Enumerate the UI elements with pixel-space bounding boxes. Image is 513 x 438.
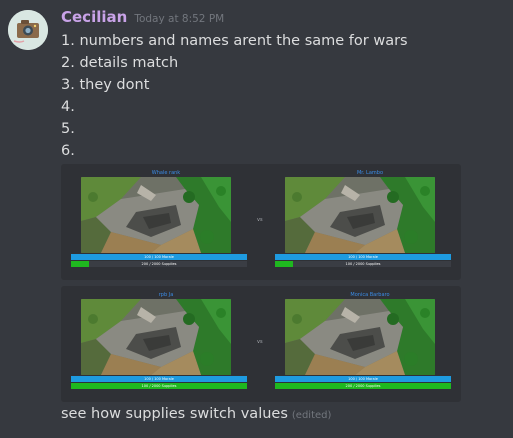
terrain-image: [81, 177, 231, 253]
morale-text: 100 / 100 Morale: [348, 255, 378, 259]
supplies-text: 100 / 2000 Supplies: [141, 384, 177, 388]
edited-label[interactable]: (edited): [292, 410, 332, 421]
morale-text: 100 / 100 Morale: [144, 255, 174, 259]
supplies-bar: 100 / 2000 Supplies: [71, 383, 247, 389]
supplies-text: 200 / 2000 Supplies: [141, 262, 177, 266]
player-name: rpb Ja: [158, 292, 174, 298]
chat-message: Cecilian Today at 8:52 PM 1. numbers and…: [61, 8, 506, 422]
message-header: Cecilian Today at 8:52 PM: [61, 8, 506, 30]
vs-label: vs: [257, 217, 263, 223]
player-name: Monica Barbaro: [350, 292, 390, 298]
morale-bar: 100 / 100 Morale: [71, 376, 247, 382]
terrain-image: [285, 299, 435, 375]
attachment-gallery: Whale rank 100 / 100 Morale 200 / 2000 S…: [61, 164, 506, 402]
message-line: 1. numbers and names arent the same for …: [61, 33, 408, 49]
player-name: Whale rank: [151, 170, 181, 176]
terrain-image: [285, 177, 435, 253]
war-side-right: Mr. Lambo 100 / 100 Morale 100 / 2000 Su…: [275, 170, 451, 267]
user-avatar[interactable]: [8, 10, 48, 50]
message-line: 3. they dont: [61, 77, 150, 93]
terrain-image: [81, 299, 231, 375]
message-footer: see how supplies switch values (edited): [61, 406, 506, 422]
morale-text: 100 / 100 Morale: [348, 377, 378, 381]
username[interactable]: Cecilian: [61, 8, 127, 26]
morale-bar: 100 / 100 Morale: [71, 254, 247, 260]
war-side-left: Whale rank 100 / 100 Morale 200 / 2000 S…: [71, 170, 247, 267]
message-line: 4.: [61, 99, 75, 115]
vs-label: vs: [257, 339, 263, 345]
message-line: 6.: [61, 143, 75, 159]
message-body: 1. numbers and names arent the same for …: [61, 30, 506, 162]
timestamp: Today at 8:52 PM: [134, 13, 225, 25]
war-side-right: Monica Barbaro 100 / 100 Morale 200 / 20…: [275, 292, 451, 389]
war-image-attachment-1[interactable]: Whale rank 100 / 100 Morale 200 / 2000 S…: [61, 164, 461, 280]
morale-bar: 100 / 100 Morale: [275, 254, 451, 260]
war-side-left: rpb Ja 100 / 100 Morale 100 / 2000 Suppl…: [71, 292, 247, 389]
morale-bar: 100 / 100 Morale: [275, 376, 451, 382]
war-image-attachment-2[interactable]: rpb Ja 100 / 100 Morale 100 / 2000 Suppl…: [61, 286, 461, 402]
supplies-bar: 100 / 2000 Supplies: [275, 261, 451, 267]
supplies-bar: 200 / 2000 Supplies: [71, 261, 247, 267]
message-line: see how supplies switch values: [61, 406, 288, 422]
camera-icon: [8, 10, 48, 50]
supplies-text: 100 / 2000 Supplies: [345, 262, 381, 266]
supplies-bar: 200 / 2000 Supplies: [275, 383, 451, 389]
message-line: 2. details match: [61, 55, 179, 71]
message-line: 5.: [61, 121, 75, 137]
player-name: Mr. Lambo: [356, 170, 384, 176]
morale-text: 100 / 100 Morale: [144, 377, 174, 381]
supplies-text: 200 / 2000 Supplies: [345, 384, 381, 388]
